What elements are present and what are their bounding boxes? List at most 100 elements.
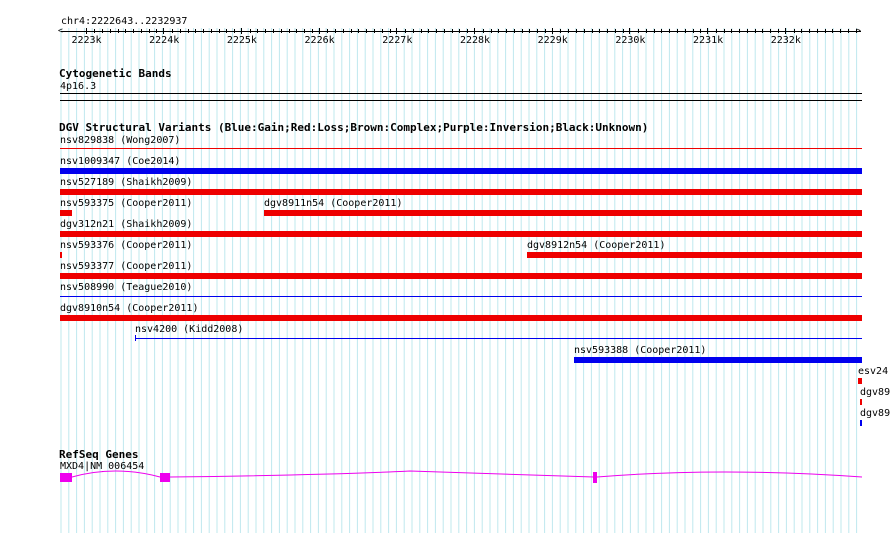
ruler-minor-tick [490, 29, 492, 33]
ruler-minor-tick [607, 29, 609, 33]
ruler-minor-tick [576, 29, 577, 33]
ruler-minor-tick [311, 29, 313, 33]
ruler-minor-tick [342, 29, 344, 33]
ruler-minor-tick [614, 29, 616, 33]
ruler-minor-tick [405, 29, 407, 33]
ruler-minor-tick [731, 29, 733, 33]
ruler-minor-tick [389, 29, 391, 33]
ruler-minor-tick [513, 29, 515, 33]
ruler-location: chr4:2222643..2232937 [61, 16, 188, 27]
ruler-minor-tick [148, 29, 150, 33]
feature-label[interactable]: dgv8910n54 (Cooper2011) [60, 303, 198, 314]
feature-bar[interactable] [60, 273, 862, 279]
track-title-dgv: DGV Structural Variants (Blue:Gain;Red:L… [59, 121, 649, 134]
ruler-minor-tick [506, 29, 508, 33]
ruler-tick [784, 28, 786, 34]
ruler-minor-tick [249, 29, 251, 33]
feature-bar[interactable] [860, 420, 862, 426]
feature-label[interactable]: nsv593376 (Cooper2011) [60, 240, 192, 251]
ruler-minor-tick [498, 29, 500, 33]
ruler-tick [396, 28, 398, 34]
ruler-minor-tick [327, 29, 329, 33]
ruler-minor-tick [358, 29, 360, 33]
ruler-tick [707, 28, 709, 34]
ruler-right-arrow-icon: > [856, 26, 861, 35]
ruler-minor-tick [304, 29, 306, 33]
feature-bar[interactable] [60, 252, 62, 258]
feature-label[interactable]: dgv8912n54 (Cooper2011) [527, 240, 665, 251]
ruler-minor-tick [645, 29, 647, 33]
feature-label[interactable]: nsv593375 (Cooper2011) [60, 198, 192, 209]
ruler-tick [163, 28, 165, 34]
ruler-minor-tick [94, 29, 96, 33]
ruler-minor-tick [762, 29, 764, 33]
feature-label[interactable]: dgv8911n54 (Cooper2011) [264, 198, 402, 209]
feature-bar[interactable] [60, 148, 862, 149]
feature-bar[interactable] [60, 315, 862, 321]
feature-bar[interactable] [264, 210, 862, 216]
ruler-minor-tick [288, 29, 290, 33]
feature-label[interactable]: nsv4200 (Kidd2008) [135, 324, 243, 335]
ruler-tick-label: 2226k [304, 35, 335, 46]
feature-bar[interactable] [527, 252, 862, 258]
feature-label[interactable]: nsv527189 (Shaikh2009) [60, 177, 192, 188]
feature-bar[interactable] [860, 399, 862, 405]
feature-bar[interactable] [60, 189, 862, 195]
ruler-tick-label: 2224k [149, 35, 180, 46]
ruler-minor-tick [187, 29, 189, 33]
ruler-minor-tick [195, 29, 197, 33]
ruler-minor-tick [265, 29, 267, 33]
feature-bar[interactable] [60, 210, 72, 216]
feature-bar[interactable] [60, 168, 862, 174]
ruler-tick-label: 2229k [537, 35, 568, 46]
ruler-tick-label: 2223k [71, 35, 102, 46]
ruler-minor-tick [653, 29, 655, 33]
ruler-minor-tick [373, 29, 375, 33]
ruler-minor-tick [133, 29, 135, 33]
feature-bar[interactable] [60, 231, 862, 237]
feature-bar[interactable] [858, 378, 862, 384]
feature-label[interactable]: esv24 [858, 366, 888, 377]
ruler-minor-tick [280, 29, 282, 33]
ruler-minor-tick [739, 29, 741, 33]
ruler-minor-tick [226, 29, 228, 33]
ruler-minor-tick [537, 29, 539, 33]
ruler-minor-tick [661, 29, 663, 33]
gene-model[interactable] [0, 466, 890, 490]
feature-label[interactable]: nsv829838 (Wong2007) [60, 135, 180, 146]
ruler-minor-tick [296, 29, 298, 33]
ruler-tick-label: 2227k [382, 35, 413, 46]
feature-bar[interactable] [135, 338, 862, 339]
ruler-minor-tick [529, 29, 531, 33]
ruler-minor-tick [840, 29, 842, 33]
feature-start-tick [135, 335, 136, 341]
feature-label[interactable]: dgv89 [860, 408, 890, 419]
feature-label[interactable]: dgv89 [860, 387, 890, 398]
ruler-minor-tick [381, 29, 383, 33]
feature-label[interactable]: nsv593388 (Cooper2011) [574, 345, 706, 356]
ruler-minor-tick [210, 29, 212, 33]
ruler-tick-label: 2228k [459, 35, 491, 46]
ruler-minor-tick [412, 29, 414, 33]
ruler-minor-tick [809, 29, 811, 33]
ruler-minor-tick [700, 29, 702, 33]
feature-bar[interactable] [574, 357, 862, 363]
feature-label[interactable]: nsv1009347 (Coe2014) [60, 156, 180, 167]
ruler-tick [85, 28, 87, 34]
ruler-minor-tick [420, 29, 422, 33]
ruler-minor-tick [335, 29, 337, 33]
ruler-minor-tick [467, 29, 469, 33]
ruler-minor-tick [171, 29, 173, 33]
ruler-minor-tick [179, 29, 181, 33]
ruler-minor-tick [140, 29, 142, 33]
ruler-tick-label: 2231k [693, 35, 724, 46]
ruler-minor-tick [482, 29, 484, 33]
feature-bar[interactable] [60, 296, 862, 297]
feature-label[interactable]: nsv508990 (Teague2010) [60, 282, 192, 293]
ruler-minor-tick [366, 29, 368, 33]
cytoband-track-border [60, 100, 862, 101]
ruler-minor-tick [692, 29, 694, 33]
feature-label[interactable]: nsv593377 (Cooper2011) [60, 261, 192, 272]
feature-label[interactable]: dgv312n21 (Shaikh2009) [60, 219, 192, 230]
ruler-tick-label: 2225k [226, 35, 257, 46]
